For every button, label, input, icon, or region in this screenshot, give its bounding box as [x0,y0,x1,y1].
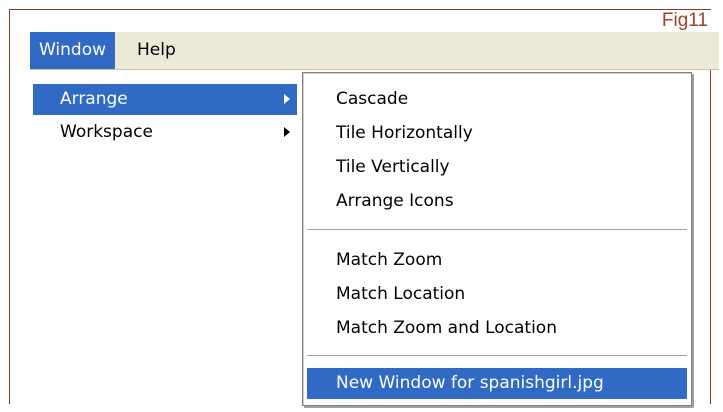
menu-item-workspace[interactable]: Workspace [33,117,297,148]
menu-item-workspace-label: Workspace [60,122,153,142]
menu-item-arrange-label: Arrange [60,89,128,109]
menu-item-arrange-icons-label: Arrange Icons [336,191,454,211]
menu-item-new-window[interactable]: New Window for spanishgirl.jpg [307,368,687,399]
menu-item-cascade-label: Cascade [336,89,409,109]
menu-separator [307,229,687,231]
menu-item-match-zoom-and-location[interactable]: Match Zoom and Location [307,313,687,344]
window-menu-dropdown: Arrange Workspace [30,70,300,404]
menu-item-arrange[interactable]: Arrange [33,84,297,115]
menu-item-tile-horizontally[interactable]: Tile Horizontally [307,118,687,149]
menu-item-match-zoom[interactable]: Match Zoom [307,245,687,276]
menu-bar: Window Help [30,32,719,70]
menu-item-match-location[interactable]: Match Location [307,279,687,310]
menu-separator [307,355,687,357]
submenu-arrow-icon [284,94,290,104]
menu-help[interactable]: Help [128,32,185,69]
menu-item-cascade[interactable]: Cascade [307,84,687,115]
submenu-arrow-icon [284,127,290,137]
menu-window[interactable]: Window [30,32,116,69]
menu-item-match-zoom-and-location-label: Match Zoom and Location [336,318,557,338]
menu-item-match-location-label: Match Location [336,284,466,304]
menu-item-arrange-icons[interactable]: Arrange Icons [307,186,687,217]
menu-item-tile-vertically-label: Tile Vertically [336,157,450,177]
menu-item-tile-horizontally-label: Tile Horizontally [336,123,473,143]
menu-item-tile-vertically[interactable]: Tile Vertically [307,152,687,183]
figure-label: Fig11 [656,10,713,32]
arrange-submenu: Cascade Tile Horizontally Tile Verticall… [302,72,692,406]
menu-item-match-zoom-label: Match Zoom [336,250,443,270]
menu-item-new-window-label: New Window for spanishgirl.jpg [336,373,604,393]
